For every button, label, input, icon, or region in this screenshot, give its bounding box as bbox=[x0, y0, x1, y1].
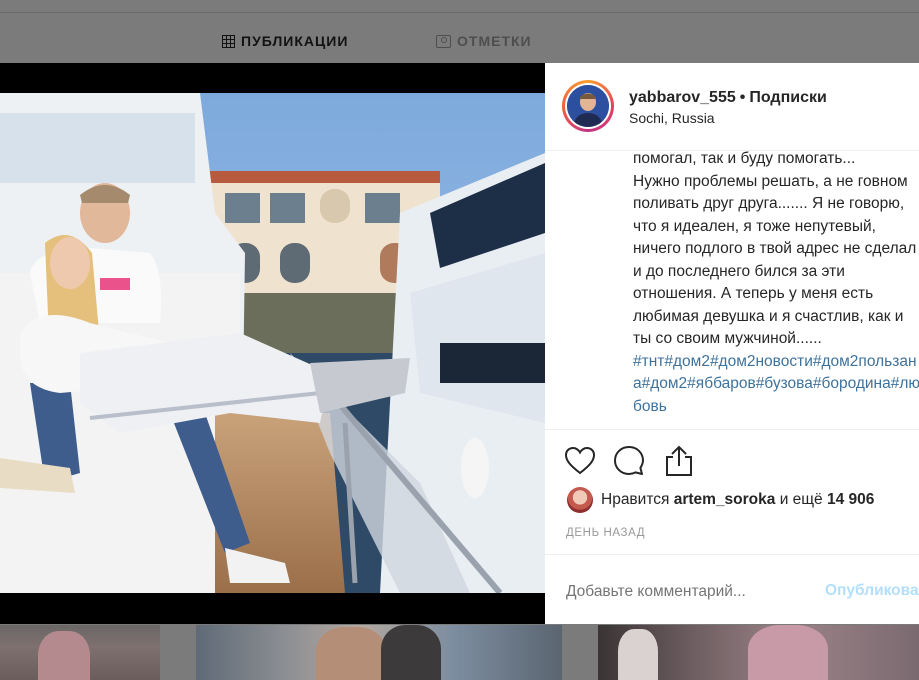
comment-button[interactable] bbox=[612, 444, 646, 478]
hashtags[interactable]: #тнт#дом2#дом2новости#дом2пользана#дом2#… bbox=[633, 351, 919, 419]
tab-tagged[interactable]: ОТМЕТКИ bbox=[436, 33, 532, 49]
liker-avatar[interactable] bbox=[567, 487, 593, 513]
heart-icon bbox=[564, 446, 596, 475]
post-details-panel: yabbarov_555 • Подписки Sochi, Russia помо… bbox=[545, 63, 919, 624]
post-header: yabbarov_555 • Подписки Sochi, Russia bbox=[545, 63, 919, 151]
likes-middle: и ещё bbox=[779, 491, 823, 508]
publish-button[interactable]: Опубликовать bbox=[825, 582, 919, 600]
profile-tabs: ПУБЛИКАЦИИ ОТМЕТКИ bbox=[0, 28, 919, 58]
tab-publications[interactable]: ПУБЛИКАЦИИ bbox=[222, 33, 348, 49]
likes-summary: Нравится artem_soroka и ещё 14 906 bbox=[567, 487, 874, 513]
comment-input[interactable] bbox=[566, 583, 806, 601]
like-button[interactable] bbox=[563, 444, 597, 478]
tab-tagged-label: ОТМЕТКИ bbox=[457, 33, 532, 49]
liker-username[interactable]: artem_soroka bbox=[674, 491, 776, 508]
share-button[interactable] bbox=[662, 444, 696, 478]
grid-icon bbox=[222, 34, 235, 48]
caption-scroll-area[interactable]: помогал, так и буду помогать... Нужно пр… bbox=[633, 151, 919, 429]
grid-thumbnail[interactable] bbox=[196, 625, 562, 680]
username-link[interactable]: yabbarov_555 bbox=[629, 89, 736, 106]
post-actions bbox=[545, 429, 919, 489]
tab-publications-label: ПУБЛИКАЦИИ bbox=[241, 33, 349, 49]
following-button[interactable]: Подписки bbox=[749, 89, 826, 106]
avatar[interactable] bbox=[562, 80, 614, 132]
comment-icon bbox=[614, 446, 644, 475]
post-modal: yabbarov_555 • Подписки Sochi, Russia помо… bbox=[0, 63, 919, 624]
grid-thumbnail[interactable] bbox=[598, 625, 919, 680]
likes-prefix: Нравится bbox=[601, 491, 670, 508]
post-author-line: yabbarov_555 • Подписки bbox=[629, 89, 827, 107]
grid-thumbnail[interactable] bbox=[0, 625, 160, 680]
photo-container bbox=[0, 63, 545, 624]
caption-text: помогал, так и буду помогать... Нужно пр… bbox=[633, 151, 917, 347]
divider bbox=[0, 12, 919, 13]
likes-count[interactable]: 14 906 bbox=[827, 491, 874, 508]
share-icon bbox=[666, 445, 692, 476]
comment-bar: Опубликовать bbox=[545, 554, 919, 624]
post-photo-image bbox=[0, 93, 545, 593]
separator-dot: • bbox=[739, 89, 746, 106]
post-timestamp[interactable]: ДЕНЬ НАЗАД bbox=[566, 527, 645, 539]
tag-icon bbox=[436, 34, 451, 48]
post-photo[interactable] bbox=[0, 93, 545, 593]
location-link[interactable]: Sochi, Russia bbox=[629, 110, 715, 126]
